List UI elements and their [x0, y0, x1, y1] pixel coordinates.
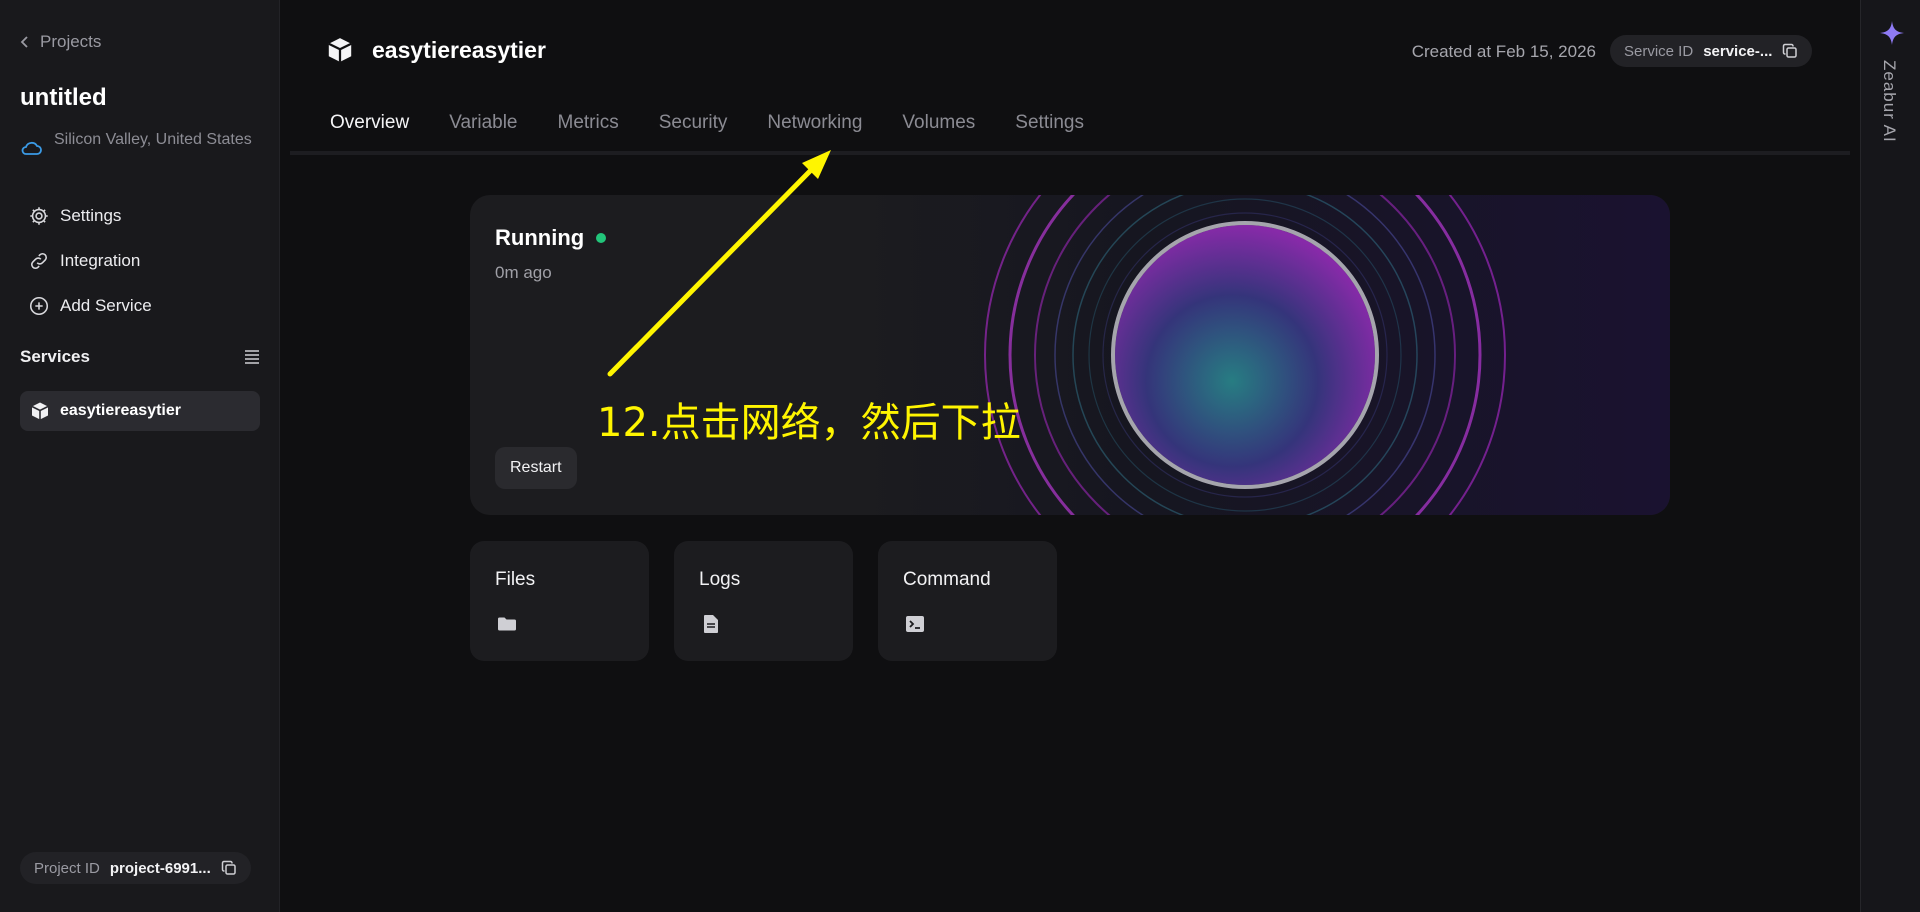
- chevron-left-icon: [20, 36, 28, 48]
- services-header: Services: [20, 347, 260, 367]
- tab-settings[interactable]: Settings: [995, 112, 1104, 152]
- logs-card[interactable]: Logs: [674, 541, 853, 661]
- sidebar-item-integration[interactable]: Integration: [28, 250, 140, 272]
- restart-button[interactable]: Restart: [495, 447, 577, 489]
- logs-card-label: Logs: [699, 569, 741, 590]
- project-title: untitled: [20, 84, 107, 111]
- status-time: 0m ago: [495, 263, 552, 282]
- sidebar: Projects untitled Silicon Valley, United…: [0, 0, 280, 912]
- sidebar-item-add-service[interactable]: Add Service: [28, 295, 152, 317]
- tab-overview[interactable]: Overview: [310, 112, 430, 154]
- sidebar-item-settings[interactable]: Settings: [28, 205, 121, 227]
- files-card-label: Files: [495, 569, 536, 590]
- copy-icon[interactable]: [1782, 43, 1798, 59]
- command-card-label: Command: [903, 569, 991, 590]
- project-region: Silicon Valley, United States: [20, 128, 260, 156]
- tab-networking[interactable]: Networking: [747, 112, 882, 152]
- service-header: easytiereasytier: [326, 36, 546, 64]
- folder-icon: [498, 617, 516, 631]
- sidebar-item-add-service-label: Add Service: [60, 296, 152, 315]
- project-id-label: Project ID: [34, 859, 100, 877]
- tab-security[interactable]: Security: [639, 112, 748, 152]
- tab-variable[interactable]: Variable: [429, 112, 537, 152]
- annotation-text: 12.点击网络，然后下拉: [597, 400, 1021, 446]
- zeabur-ai-rail[interactable]: Zeabur AI: [1860, 0, 1920, 912]
- terminal-icon: [906, 616, 924, 632]
- plus-circle-icon: [29, 296, 49, 316]
- cube-icon: [328, 38, 352, 62]
- back-to-projects-link[interactable]: Projects: [18, 32, 101, 52]
- link-icon: [31, 253, 47, 269]
- sidebar-item-integration-label: Integration: [60, 251, 141, 270]
- command-card[interactable]: Command: [878, 541, 1057, 661]
- tabs-divider: [290, 151, 1850, 155]
- status-title: Running: [495, 225, 607, 251]
- list-icon[interactable]: [244, 350, 260, 364]
- copy-icon[interactable]: [221, 860, 237, 876]
- status-dot: [596, 233, 607, 243]
- tab-volumes[interactable]: Volumes: [882, 112, 995, 152]
- zeabur-ai-label: Zeabur AI: [1880, 60, 1899, 143]
- service-id-pill: Service ID service-...: [1610, 35, 1813, 67]
- files-card[interactable]: Files: [470, 541, 649, 661]
- service-item-label: easytiereasytier: [60, 402, 181, 419]
- tab-metrics[interactable]: Metrics: [538, 112, 639, 152]
- service-id-value: service-...: [1703, 42, 1773, 60]
- service-id-label: Service ID: [1624, 42, 1694, 60]
- status-background-art: [850, 195, 1670, 515]
- cloud-icon: [21, 141, 42, 155]
- service-name: easytiereasytier: [372, 36, 546, 63]
- region-label: Silicon Valley, United States: [54, 131, 252, 148]
- service-tabs: Overview Variable Metrics Security Netwo…: [310, 112, 1104, 154]
- gear-icon: [30, 207, 48, 225]
- document-icon: [704, 615, 718, 633]
- sparkle-icon: [1880, 21, 1904, 45]
- back-link-label: Projects: [40, 32, 102, 51]
- status-label: Running: [495, 225, 585, 250]
- project-id-value: project-6991...: [109, 859, 211, 877]
- status-card: Running 0m ago Restart: [470, 195, 1670, 515]
- created-date: Created at Feb 15, 2026: [1411, 42, 1596, 61]
- service-item-easytiereasytier[interactable]: easytiereasytier: [20, 391, 260, 431]
- cube-icon: [31, 402, 49, 420]
- services-title: Services: [20, 347, 90, 366]
- sidebar-item-settings-label: Settings: [60, 206, 122, 225]
- project-id-pill: Project ID project-6991...: [20, 852, 251, 884]
